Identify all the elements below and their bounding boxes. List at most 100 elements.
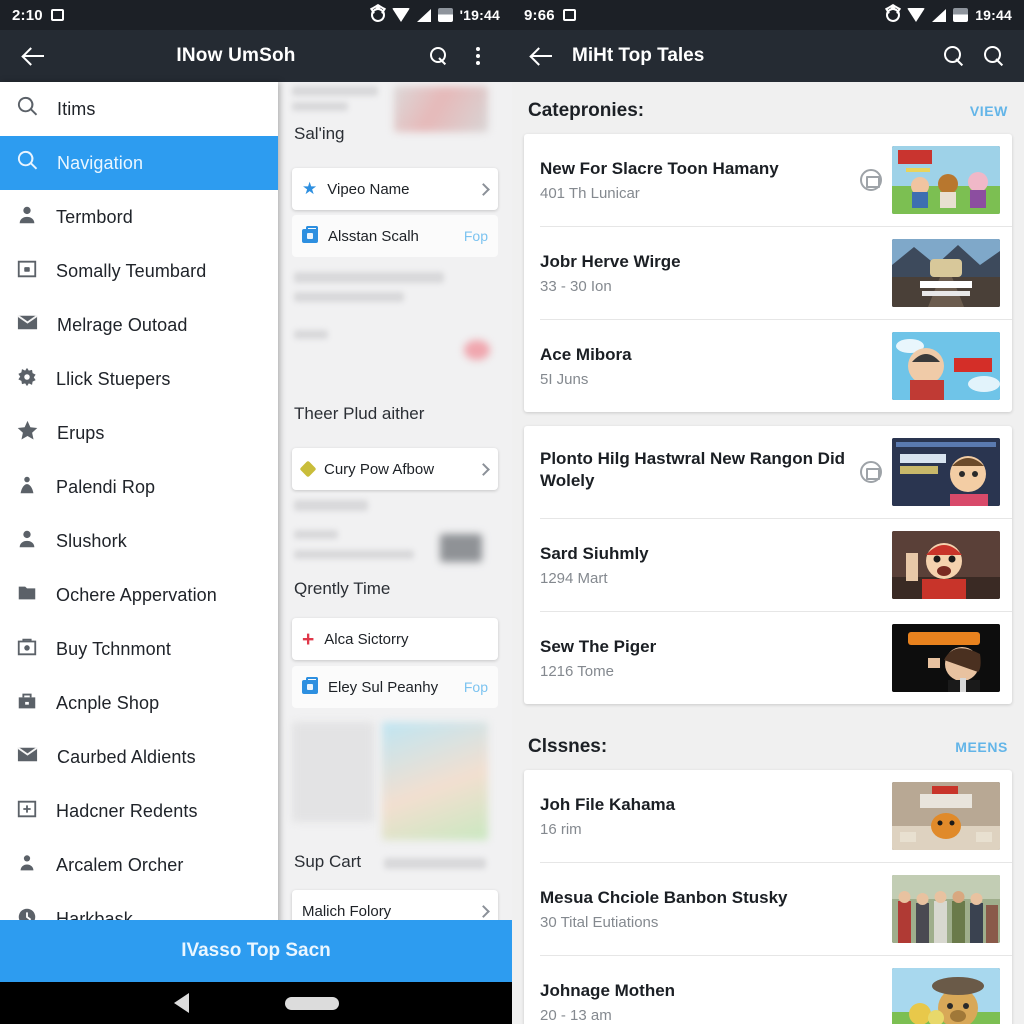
mail-icon bbox=[16, 311, 39, 339]
sidebar-item-slushork[interactable]: Slushork bbox=[0, 514, 278, 568]
mid-card-video-name[interactable]: ★ Vipeo Name bbox=[292, 168, 498, 210]
toolbox-icon bbox=[16, 690, 38, 717]
person-bust-icon bbox=[16, 474, 38, 501]
wifi-icon bbox=[907, 8, 926, 22]
search-icon bbox=[944, 46, 964, 66]
list-item[interactable]: Joh File Kahama 16 rim bbox=[524, 770, 1012, 862]
list-item-thumbnail bbox=[892, 782, 1000, 850]
right-status-bar: 9:66 19:44 bbox=[512, 0, 1024, 30]
chevron-right-icon bbox=[477, 462, 490, 476]
sidebar-item-erups[interactable]: Erups bbox=[0, 406, 278, 460]
blurred-line bbox=[292, 102, 348, 111]
list-item[interactable]: Mesua Chciole Banbon Stusky 30 Tital Eut… bbox=[524, 863, 1012, 955]
list-item-texts: Sew The Piger 1216 Tome bbox=[540, 636, 882, 679]
sidebar-item-caurbed-aldients[interactable]: Caurbed Aldients bbox=[0, 730, 278, 784]
gear-icon bbox=[16, 366, 38, 393]
plus-icon: + bbox=[302, 627, 315, 651]
list-item-texts: Mesua Chciole Banbon Stusky 30 Tital Eut… bbox=[540, 887, 882, 930]
search-icon bbox=[984, 46, 1004, 66]
navigation-drawer: Itims Navigation Termbord Somally Teumba… bbox=[0, 82, 278, 1024]
list-item-title: Johnage Mothen bbox=[540, 981, 676, 1001]
list-item-subtitle: 16 rim bbox=[540, 820, 582, 838]
list-item[interactable]: Sard Siuhmly 1294 Mart bbox=[524, 519, 1012, 611]
person-icon bbox=[16, 852, 38, 879]
content-scroll-area[interactable]: Catepronies: VIEW New For Slacre Toon Ha… bbox=[512, 82, 1024, 1024]
list-item-thumbnail bbox=[892, 968, 1000, 1024]
sidebar-item-termbord[interactable]: Termbord bbox=[0, 190, 278, 244]
list-item-title: Sew The Piger bbox=[540, 637, 657, 657]
chevron-right-icon bbox=[477, 904, 490, 918]
cast-button[interactable] bbox=[418, 36, 458, 76]
back-arrow-icon bbox=[23, 45, 45, 67]
sidebar-item-melrage-outoad[interactable]: Melrage Outoad bbox=[0, 298, 278, 352]
system-navigation-bar bbox=[0, 982, 512, 1024]
triangle-back-icon[interactable] bbox=[173, 993, 189, 1013]
sidebar-item-label: Erups bbox=[57, 422, 105, 443]
sidebar-item-label: Arcalem Orcher bbox=[56, 854, 184, 875]
mid-card-alca-sictorry[interactable]: + Alca Sictorry bbox=[292, 618, 498, 660]
left-app-title: INow UmSoh bbox=[176, 45, 296, 66]
sidebar-item-hadcner-redents[interactable]: Hadcner Redents bbox=[0, 784, 278, 838]
search-button-secondary[interactable] bbox=[974, 36, 1014, 76]
list-item[interactable]: Plonto Hilg Hastwral New Rangon Did Wole… bbox=[524, 426, 1012, 518]
bottom-banner-label: IVasso Top Sacn bbox=[181, 940, 331, 961]
mid-card-cury-pow-afbow[interactable]: Cury Pow Afbow bbox=[292, 448, 498, 490]
section-title: Clssnes: bbox=[528, 736, 608, 757]
section-header-catepronies: Catepronies: VIEW bbox=[512, 82, 1024, 134]
back-button[interactable] bbox=[14, 36, 54, 76]
status-left: 2:10 bbox=[12, 7, 64, 24]
status-time: 9:66 bbox=[524, 6, 555, 24]
mid-card-eley-sul-peanhy[interactable]: Eley Sul Peanhy Fop bbox=[292, 666, 498, 708]
list-item-thumbnail bbox=[892, 332, 1000, 400]
background-content-panel: Sal'ing ★ Vipeo Name Alsstan Scalh Fop T… bbox=[278, 82, 512, 1024]
list-item[interactable]: New For Slacre Toon Hamany 401 Th Lunica… bbox=[524, 134, 1012, 226]
sidebar-item-llick-stuepers[interactable]: Llick Stuepers bbox=[0, 352, 278, 406]
recents-square-icon bbox=[562, 9, 576, 21]
card-clssnes: Joh File Kahama 16 rim Mesua Chciole Ban… bbox=[524, 770, 1012, 1024]
back-button[interactable] bbox=[522, 36, 562, 76]
list-item-title: Plonto Hilg Hastwral New Rangon Did Wole… bbox=[540, 449, 846, 490]
mid-label: Theer Plud aither bbox=[294, 404, 425, 423]
person-icon bbox=[16, 204, 38, 231]
list-item[interactable]: Johnage Mothen 20 - 13 am bbox=[524, 956, 1012, 1024]
section-action-view[interactable]: VIEW bbox=[970, 103, 1008, 119]
sidebar-item-arcalem-orcher[interactable]: Arcalem Orcher bbox=[0, 838, 278, 892]
card-icon bbox=[16, 258, 38, 285]
mid-card-trailing: Fop bbox=[463, 679, 488, 695]
list-item-texts: New For Slacre Toon Hamany 401 Th Lunica… bbox=[540, 158, 850, 201]
left-app-bar: INow UmSoh bbox=[0, 30, 512, 82]
section-action-meens[interactable]: MEENS bbox=[955, 739, 1008, 755]
search-button-primary[interactable] bbox=[934, 36, 974, 76]
blurred-line bbox=[294, 292, 404, 302]
wifi-icon bbox=[391, 8, 410, 22]
overflow-menu-button[interactable] bbox=[458, 36, 498, 76]
screenshot-root: 2:10 '19:44 INow UmSoh Sal'ing ★ Vipeo N… bbox=[0, 0, 1024, 1024]
mid-label: Sal'ing bbox=[294, 124, 345, 143]
sidebar-item-somally-teumbard[interactable]: Somally Teumbard bbox=[0, 244, 278, 298]
list-item-subtitle: 1216 Tome bbox=[540, 662, 614, 680]
bottom-promo-banner[interactable]: IVasso Top Sacn bbox=[0, 920, 512, 982]
sidebar-item-ochere-appervation[interactable]: Ochere Appervation bbox=[0, 568, 278, 622]
sidebar-item-label: Navigation bbox=[57, 152, 144, 173]
tv-badge-icon bbox=[860, 461, 882, 483]
list-item[interactable]: Jobr Herve Wirge 33 - 30 Ion bbox=[524, 227, 1012, 319]
list-item[interactable]: Sew The Piger 1216 Tome bbox=[524, 612, 1012, 704]
sidebar-item-label: Melrage Outoad bbox=[57, 314, 188, 335]
home-pill-icon[interactable] bbox=[284, 996, 339, 1010]
sidebar-item-itims[interactable]: Itims bbox=[0, 82, 278, 136]
window-plus-icon bbox=[16, 798, 38, 825]
sidebar-item-palendi-rop[interactable]: Palendi Rop bbox=[0, 460, 278, 514]
list-item-thumbnail bbox=[892, 146, 1000, 214]
mail-icon bbox=[16, 743, 39, 771]
mid-card-label: Malich Folory bbox=[302, 902, 392, 920]
blurred-line bbox=[294, 500, 368, 511]
more-vertical-icon bbox=[476, 47, 480, 65]
sidebar-item-buy-tchnmont[interactable]: Buy Tchnmont bbox=[0, 622, 278, 676]
list-item[interactable]: Ace Mibora 5I Juns bbox=[524, 320, 1012, 412]
sidebar-item-acnple-shop[interactable]: Acnple Shop bbox=[0, 676, 278, 730]
sidebar-item-navigation[interactable]: Navigation bbox=[0, 136, 278, 190]
mid-card-alsstan-scalh[interactable]: Alsstan Scalh Fop bbox=[292, 215, 498, 257]
status-right: '19:44 bbox=[370, 7, 500, 23]
list-item-title: Ace Mibora bbox=[540, 345, 632, 365]
signal-icon bbox=[416, 8, 431, 22]
